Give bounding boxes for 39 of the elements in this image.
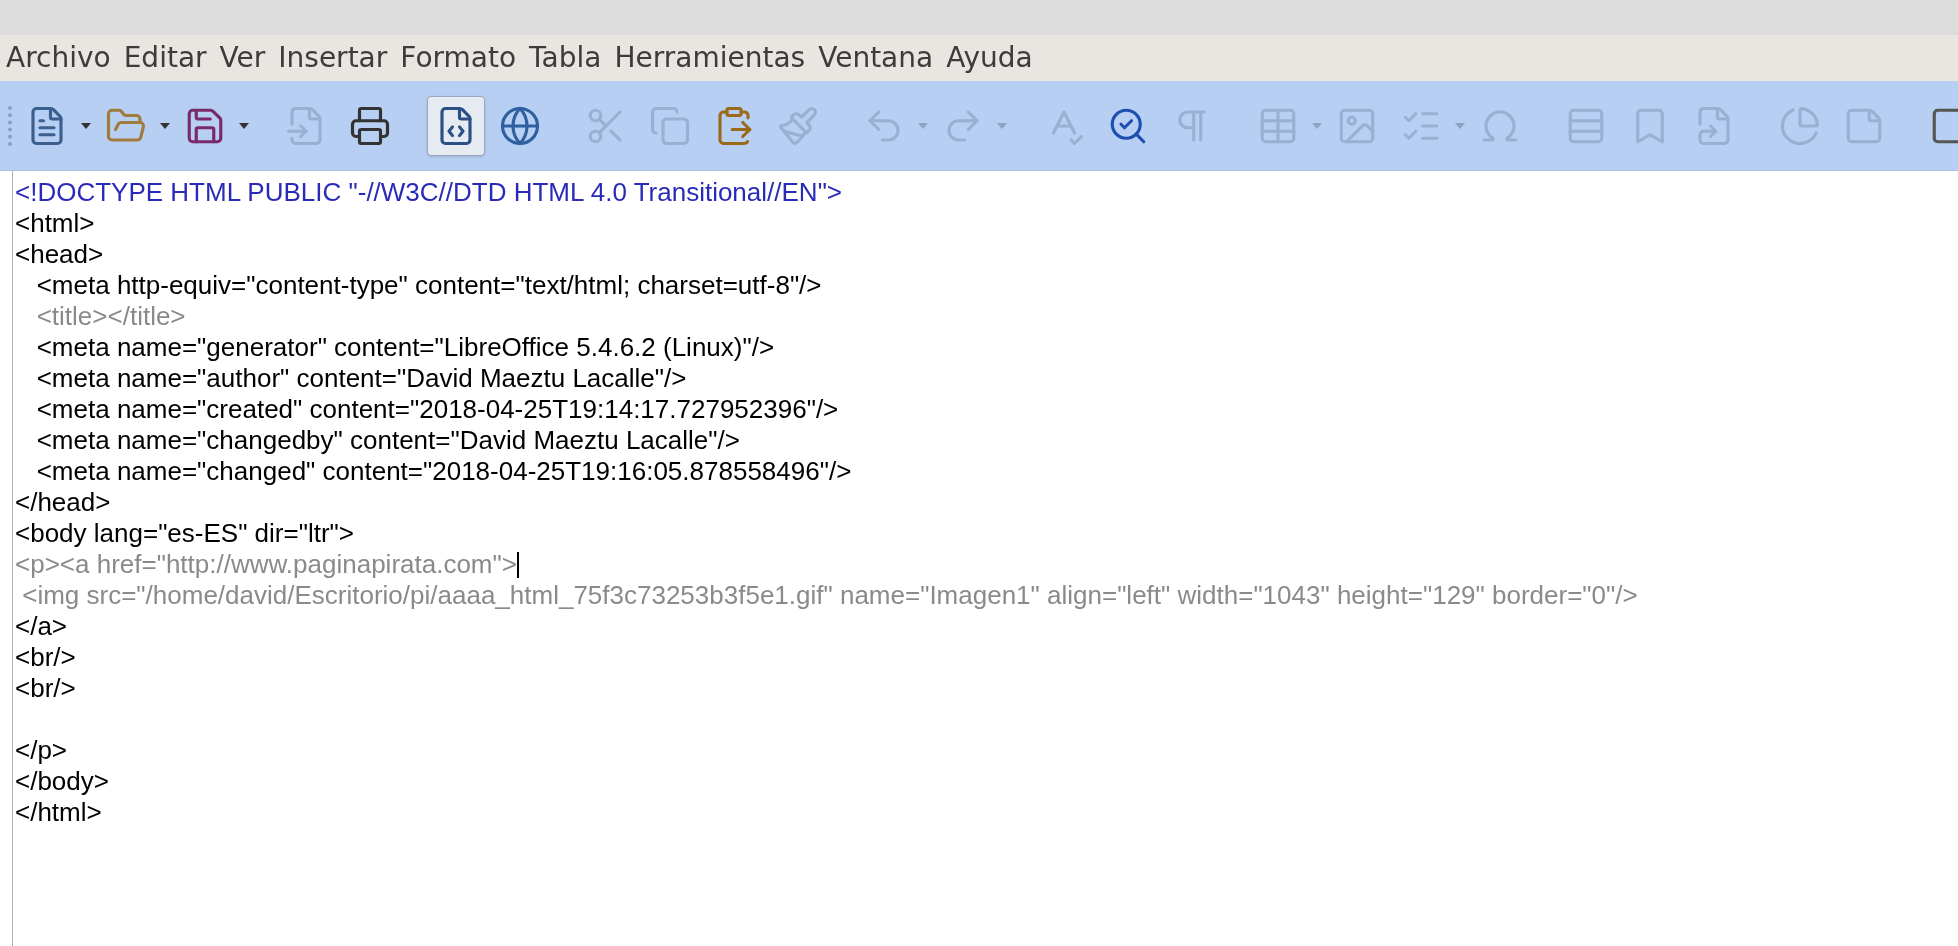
- code-line: <br/>: [15, 642, 76, 673]
- menu-item[interactable]: Tabla: [529, 37, 602, 79]
- menu-item[interactable]: Ver: [219, 37, 266, 79]
- paintbrush-icon: [777, 104, 819, 147]
- menu-item[interactable]: Formato: [400, 37, 517, 79]
- code-line: <!DOCTYPE HTML PUBLIC "-//W3C//DTD HTML 4.0 Transitional//EN">: [15, 177, 843, 208]
- code-line: <meta name="changedby" content="David Maeztu Lacalle"/>: [35, 425, 740, 456]
- code-line: </p>: [15, 735, 68, 766]
- menu-item[interactable]: Editar: [123, 37, 207, 79]
- code-line: </head>: [15, 487, 111, 518]
- toolbar-grip-icon[interactable]: [8, 105, 12, 146]
- code-line: </a>: [15, 611, 68, 642]
- code-line: <p><a href="http://www.paginapirata.com">: [15, 549, 517, 580]
- code-line: <meta name="created" content="2018-04-25T19:14:17.727952396"/>: [35, 394, 839, 425]
- caret-icon[interactable]: [160, 122, 170, 129]
- code-line: <head>: [15, 239, 104, 270]
- menu-item[interactable]: Ventana: [818, 37, 934, 79]
- menu-item[interactable]: Ayuda: [946, 37, 1033, 79]
- globe-icon: [499, 104, 541, 147]
- code-line: </body>: [15, 766, 109, 797]
- menu-item[interactable]: Herramientas: [614, 37, 806, 79]
- code-line: <title></title>: [35, 301, 186, 332]
- toolbar-button[interactable]: [427, 95, 485, 156]
- menu-item[interactable]: Insertar: [278, 37, 388, 79]
- caret-icon[interactable]: [239, 122, 249, 129]
- code-line: <meta http-equiv="content-type" content="text/html; charset=utf-8"/>: [35, 270, 822, 301]
- code-line: <meta name="author" content="David Maeztu Lacalle"/>: [35, 363, 687, 394]
- code-line: <br/>: [15, 673, 76, 704]
- code-line: <meta name="changed" content="2018-04-25T19:16:05.878558496"/>: [35, 456, 852, 487]
- code-line: <html>: [15, 208, 95, 239]
- menu-item[interactable]: Archivo: [6, 37, 111, 79]
- caret-icon[interactable]: [81, 122, 91, 129]
- printer-icon: [349, 104, 391, 147]
- code-line: <img src="/home/david/Escritorio/pi/aaaa_html_75f3c73253b3f5e1.gif" name="Imagen1" align="left" width="1043" height="129" border="0"/>: [21, 580, 1638, 611]
- code-line: </html>: [15, 797, 102, 828]
- pie-chart-icon: [1779, 104, 1821, 147]
- copy-icon: [649, 104, 691, 147]
- code-line: <body lang="es-ES" dir="ltr">: [15, 518, 354, 549]
- code-line: <meta name="generator" content="LibreOffice 5.4.6.2 (Linux)"/>: [35, 332, 775, 363]
